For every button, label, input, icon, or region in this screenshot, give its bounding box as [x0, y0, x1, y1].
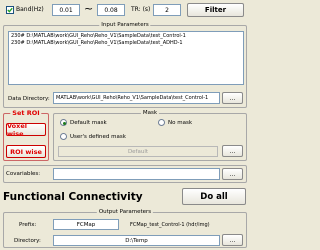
- list-item[interactable]: 230# D:\MATLAB\work\GUI_Reho\Reho_V1\Sam…: [11, 40, 241, 47]
- covariables-input[interactable]: [53, 168, 220, 180]
- tr-input[interactable]: 2: [153, 4, 181, 16]
- do-all-button[interactable]: Do all: [182, 188, 246, 205]
- default-mask-label: Default mask: [70, 120, 107, 126]
- covariables-browse-button[interactable]: ...: [222, 168, 243, 180]
- roi-wise-button[interactable]: ROI wise: [6, 145, 46, 158]
- checkmark-icon: [7, 7, 13, 13]
- subject-list[interactable]: 230# D:\MATLAB\work\GUI_Reho\Reho_V1\Sam…: [8, 31, 244, 85]
- band-low-input[interactable]: 0.01: [52, 4, 80, 16]
- output-directory-input[interactable]: D:\Temp: [53, 235, 220, 246]
- band-label: Band(Hz): [16, 6, 44, 13]
- covariables-label: Covariables:: [6, 171, 41, 177]
- directory-label: Directory:: [14, 238, 41, 244]
- filter-button[interactable]: Filter: [187, 3, 244, 17]
- mask-path-input[interactable]: Default: [58, 146, 218, 157]
- user-mask-label: User's defined mask: [70, 134, 126, 140]
- voxel-wise-button[interactable]: Voxel wise: [6, 122, 46, 138]
- default-mask-radio[interactable]: [60, 119, 67, 126]
- data-directory-label: Data Directory:: [8, 96, 50, 102]
- set-roi-title: Set ROI: [10, 109, 42, 117]
- band-checkbox[interactable]: [6, 6, 14, 14]
- no-mask-radio[interactable]: [158, 119, 165, 126]
- prefix-label: Prefix:: [19, 222, 37, 228]
- prefix-example-text: FCMap_test_Control-1 (hdr/img): [130, 222, 210, 228]
- input-parameters-title: Input Parameters: [99, 22, 151, 28]
- mask-title: Mask: [140, 110, 160, 116]
- output-directory-browse-button[interactable]: ...: [222, 234, 243, 246]
- band-separator: ~: [84, 2, 94, 15]
- tr-label: TR: (s): [131, 6, 151, 13]
- list-item[interactable]: 230# D:\MATLAB\work\GUI_Reho\Reho_V1\Sam…: [11, 33, 241, 40]
- output-parameters-title: Output Parameters: [96, 209, 154, 215]
- band-high-input[interactable]: 0.08: [97, 4, 125, 16]
- data-directory-browse-button[interactable]: ...: [222, 92, 243, 104]
- data-directory-input[interactable]: MATLAB\work\GUI_Reho\Reho_V1\SampleData\…: [53, 92, 220, 104]
- user-mask-radio[interactable]: [60, 133, 67, 140]
- prefix-input[interactable]: FCMap: [53, 219, 119, 230]
- no-mask-label: No mask: [168, 120, 193, 126]
- mask-browse-button[interactable]: ...: [222, 145, 243, 157]
- app-title: Functional Connectivity: [3, 191, 143, 203]
